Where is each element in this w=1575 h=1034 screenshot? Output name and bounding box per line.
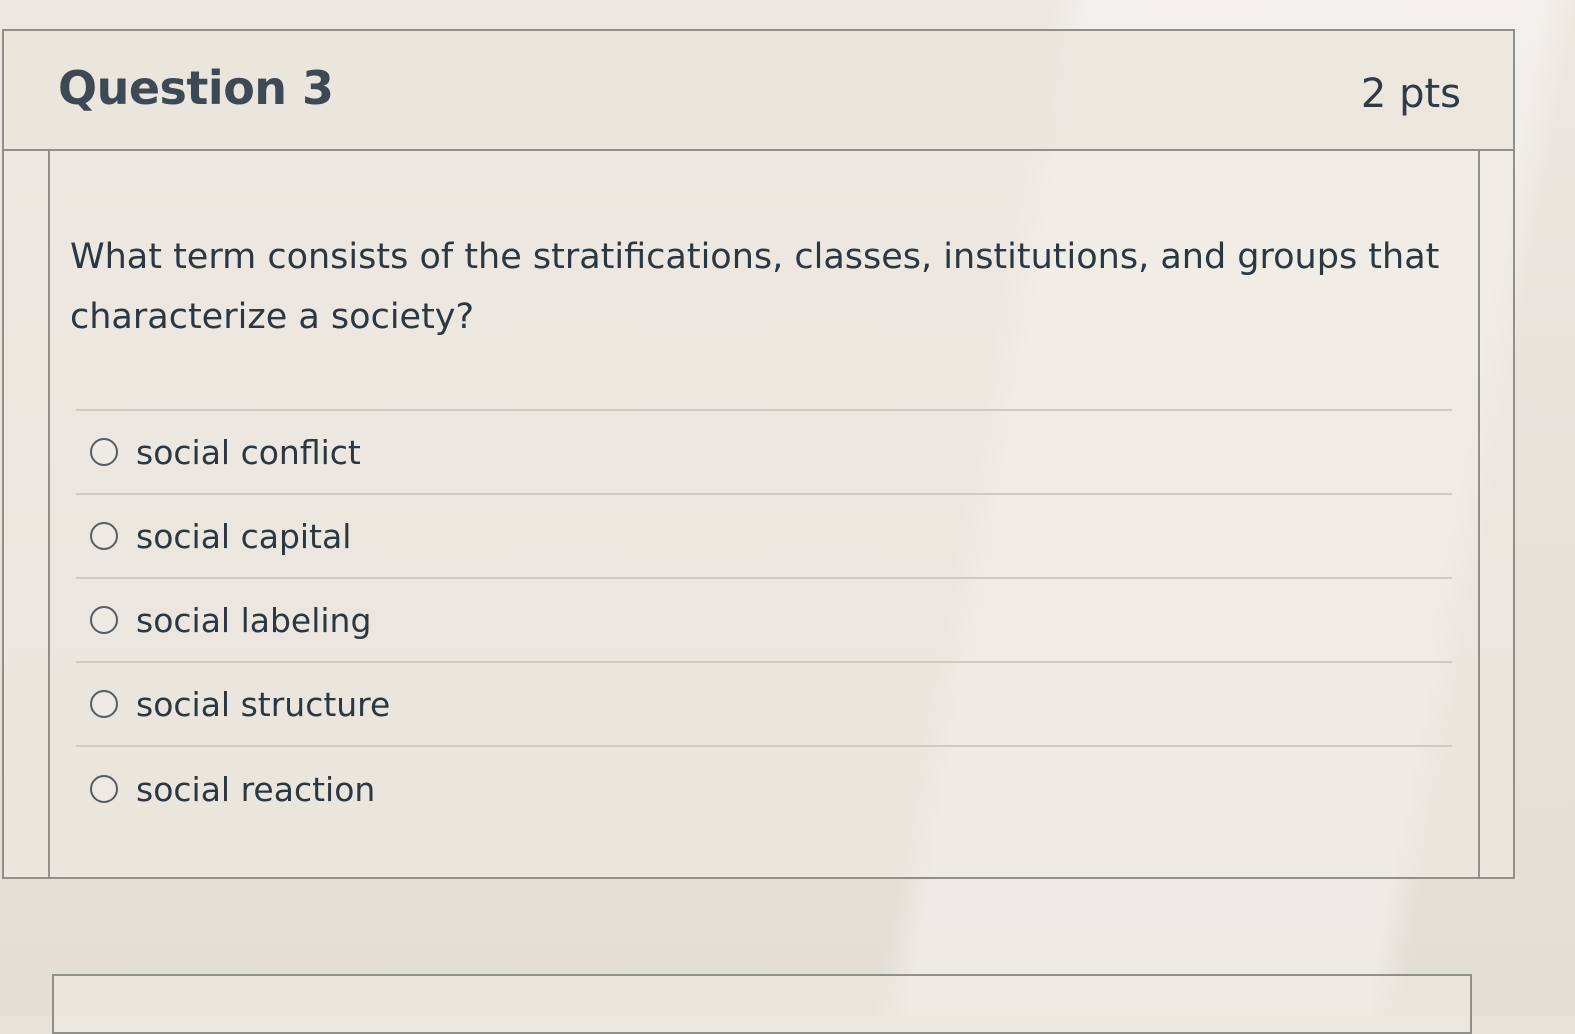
question-card: Question 3 2 pts What term consists of t… [2,29,1515,879]
answer-label: social conflict [136,432,361,472]
question-title: Question 3 [58,61,334,115]
answer-label: social capital [136,516,352,556]
answer-option-social-reaction[interactable]: social reaction [76,747,1452,831]
answer-option-social-conflict[interactable]: social conflict [76,411,1452,495]
radio-button[interactable] [90,606,118,634]
answer-option-social-capital[interactable]: social capital [76,495,1452,579]
next-question-card [52,974,1472,1034]
question-body: What term consists of the stratification… [48,151,1480,879]
answer-label: social reaction [136,769,376,809]
radio-button[interactable] [90,522,118,550]
question-points: 2 pts [1360,71,1461,117]
answer-option-social-labeling[interactable]: social labeling [76,579,1452,663]
answer-label: social structure [136,684,391,724]
answer-option-social-structure[interactable]: social structure [76,663,1452,747]
question-text: What term consists of the stratification… [70,237,1440,337]
radio-button[interactable] [90,775,118,803]
answer-list: social conflict social capital social la… [76,409,1452,831]
answer-label: social labeling [136,600,372,640]
question-header: Question 3 2 pts [4,31,1513,151]
radio-button[interactable] [90,690,118,718]
radio-button[interactable] [90,438,118,466]
